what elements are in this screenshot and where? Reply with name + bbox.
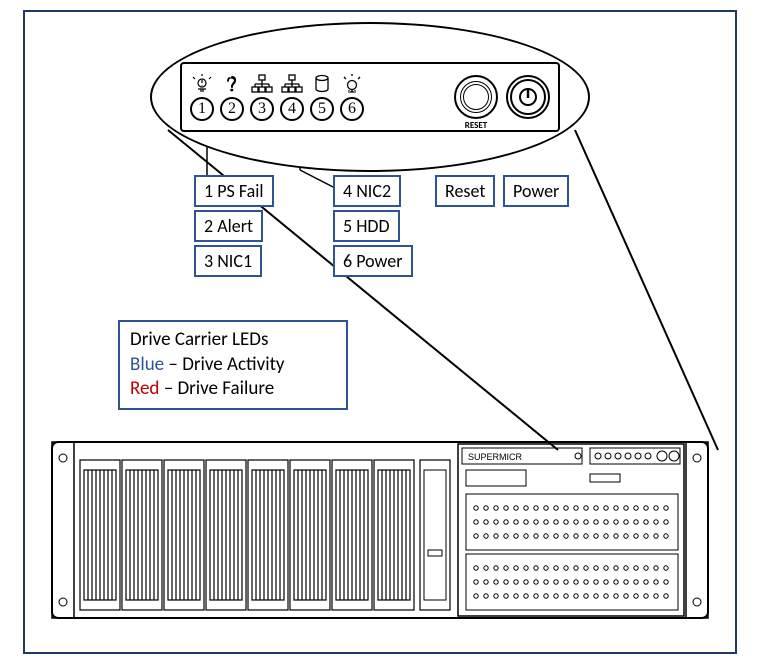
- hdd-icon: [311, 73, 333, 95]
- label-ps-fail: 1 PS Fail: [194, 175, 274, 207]
- label-reset: Reset: [435, 175, 495, 207]
- legend-title: Drive Carrier LEDs: [130, 328, 336, 353]
- power-button[interactable]: [506, 75, 550, 119]
- led-number: 1: [190, 97, 214, 121]
- legend-blue-word: Blue: [130, 353, 164, 376]
- led-2-group: 2: [220, 73, 244, 121]
- label-power-led: 6 Power: [333, 245, 413, 277]
- reset-button[interactable]: RESET: [454, 75, 498, 119]
- ps-fail-icon: [191, 73, 213, 95]
- label-power: Power: [503, 175, 569, 207]
- legend-blue-desc: – Drive Activity: [164, 353, 284, 376]
- led-number: 2: [220, 97, 244, 121]
- led-5-group: 5: [310, 73, 334, 121]
- led-6-group: 6: [340, 73, 364, 121]
- label-alert: 2 Alert: [194, 210, 263, 242]
- nic2-icon: [281, 73, 303, 95]
- led-number: 4: [280, 97, 304, 121]
- power-led-icon: [341, 73, 363, 95]
- info-icon: [221, 73, 243, 95]
- label-hdd: 5 HDD: [333, 210, 400, 242]
- legend-red-desc: – Drive Failure: [159, 377, 274, 400]
- front-panel: 1 2 3 4 5 6 RESET: [180, 62, 560, 132]
- drive-led-legend: Drive Carrier LEDs Blue – Drive Activity…: [118, 320, 348, 410]
- server-chassis: SUPERMICR: [50, 430, 710, 630]
- led-4-group: 4: [280, 73, 304, 121]
- led-number: 5: [310, 97, 334, 121]
- reset-button-label: RESET: [456, 120, 496, 131]
- led-3-group: 3: [250, 73, 274, 121]
- brand-label: SUPERMICR: [468, 452, 523, 462]
- nic1-icon: [251, 73, 273, 95]
- led-1-group: 1: [190, 73, 214, 121]
- label-nic2: 4 NIC2: [333, 175, 401, 207]
- led-number: 6: [340, 97, 364, 121]
- led-number: 3: [250, 97, 274, 121]
- label-nic1: 3 NIC1: [194, 245, 262, 277]
- legend-red-word: Red: [130, 377, 159, 400]
